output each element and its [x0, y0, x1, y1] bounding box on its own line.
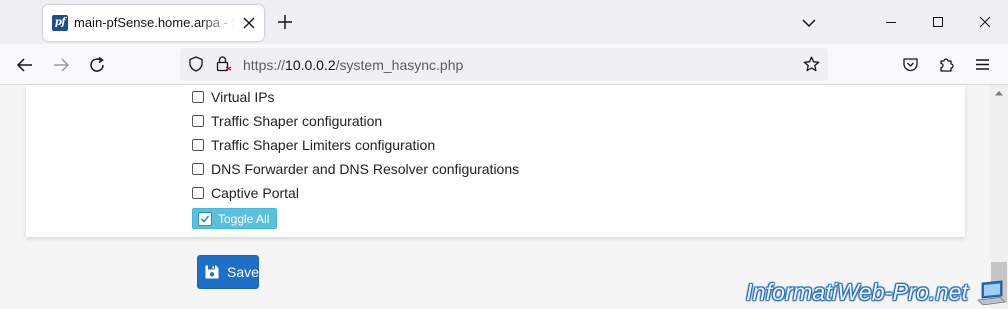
- laptop-logo-icon: [977, 280, 1006, 306]
- close-window-icon: [979, 16, 991, 28]
- url-path: /system_hasync.php: [335, 57, 464, 73]
- option-label: Virtual IPs: [211, 89, 275, 105]
- check-square-icon: [198, 211, 212, 226]
- toggle-all-button[interactable]: Toggle All: [192, 208, 277, 229]
- checkbox[interactable]: [192, 91, 204, 103]
- option-traffic-shaper-limiters[interactable]: Traffic Shaper Limiters configuration: [192, 136, 435, 154]
- puzzle-icon[interactable]: [938, 55, 956, 73]
- url-text[interactable]: https://10.0.0.2/system_hasync.php: [243, 56, 463, 74]
- floppy-disk-icon: [205, 265, 219, 279]
- option-label: Traffic Shaper configuration: [211, 113, 383, 129]
- save-button[interactable]: Save: [197, 255, 259, 289]
- checkbox[interactable]: [192, 115, 204, 127]
- option-label: Traffic Shaper Limiters configuration: [211, 137, 436, 153]
- close-window-button[interactable]: [962, 0, 1008, 44]
- pfsense-favicon-icon: pf: [52, 15, 68, 31]
- url-host: 10.0.0.2: [285, 57, 336, 73]
- tab-title: main-pfSense.home.arpa - System: High Av…: [74, 15, 236, 30]
- option-label: DNS Forwarder and DNS Resolver configura…: [211, 161, 520, 177]
- hamburger-icon[interactable]: [974, 56, 991, 73]
- tab-bar: pf main-pfSense.home.arpa - System: High…: [0, 0, 1008, 44]
- scroll-up-arrow-icon[interactable]: [994, 89, 1004, 97]
- checkbox[interactable]: [192, 139, 204, 151]
- arrow-right-icon[interactable]: [52, 56, 70, 74]
- browser-tab[interactable]: pf main-pfSense.home.arpa - System: High…: [43, 5, 264, 41]
- pocket-icon[interactable]: [902, 56, 919, 73]
- chevron-down-icon[interactable]: [801, 15, 817, 31]
- page-content: Virtual IPs Traffic Shaper configuration…: [0, 85, 990, 309]
- minimize-button[interactable]: [868, 0, 914, 44]
- option-virtual-ips[interactable]: Virtual IPs: [192, 88, 275, 106]
- maximize-icon: [933, 17, 943, 27]
- maximize-button[interactable]: [915, 0, 961, 44]
- url-scheme: https://: [243, 57, 286, 73]
- star-icon[interactable]: [803, 56, 820, 73]
- arrow-left-icon[interactable]: [16, 56, 34, 74]
- option-traffic-shaper[interactable]: Traffic Shaper configuration: [192, 112, 382, 130]
- option-dns-forwarder-resolver[interactable]: DNS Forwarder and DNS Resolver configura…: [192, 160, 519, 178]
- option-label: Captive Portal: [211, 185, 299, 201]
- reload-icon[interactable]: [88, 56, 106, 74]
- save-label: Save: [227, 264, 259, 280]
- toggle-all-label: Toggle All: [218, 211, 270, 226]
- option-captive-portal[interactable]: Captive Portal: [192, 184, 299, 202]
- checkbox[interactable]: [192, 163, 204, 175]
- minimize-icon: [886, 22, 896, 23]
- close-icon[interactable]: [242, 16, 256, 30]
- shield-icon[interactable]: [188, 56, 204, 72]
- plus-icon[interactable]: [277, 14, 293, 30]
- lock-icon[interactable]: [215, 55, 232, 73]
- checkbox[interactable]: [192, 187, 204, 199]
- watermark-text: InformatiWeb-Pro.net: [746, 279, 969, 305]
